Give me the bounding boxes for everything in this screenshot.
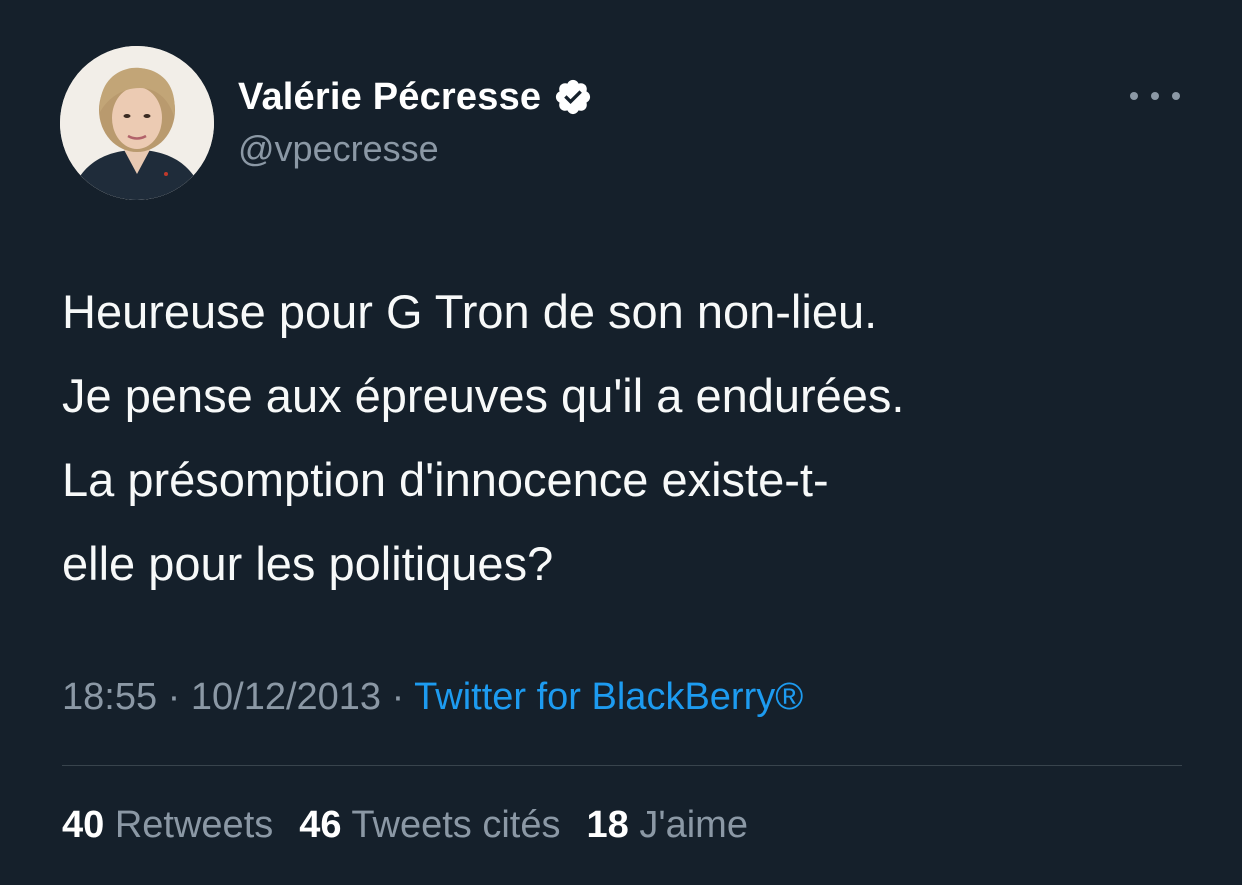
likes-stat[interactable]: 18 J'aime — [586, 804, 747, 847]
retweets-stat[interactable]: 40 Retweets — [62, 804, 273, 847]
tweet-card: Valérie Pécresse @vpecresse Heureuse pou… — [0, 0, 1242, 885]
likes-count: 18 — [586, 804, 629, 846]
tweet-text-line: Je pense aux épreuves qu'il a endurées. — [62, 369, 905, 422]
more-dot-icon — [1151, 92, 1159, 100]
quotes-count: 46 — [299, 804, 342, 846]
retweets-count: 40 — [62, 804, 105, 846]
tweet-metadata: 18:55 · 10/12/2013 · Twitter for BlackBe… — [62, 676, 803, 719]
tweet-source-link[interactable]: Twitter for BlackBerry® — [414, 676, 803, 718]
tweet-text-line: elle pour les politiques? — [62, 537, 554, 590]
tweet-text: Heureuse pour G Tron de son non-lieu. Je… — [62, 270, 1192, 606]
retweets-label: Retweets — [114, 804, 274, 846]
engagement-stats: 40 Retweets 46 Tweets cités 18 J'aime — [62, 804, 748, 847]
meta-separator: · — [391, 676, 405, 718]
tweet-text-line: Heureuse pour G Tron de son non-lieu. — [62, 285, 878, 338]
tweet-date[interactable]: 10/12/2013 — [191, 676, 381, 718]
author-block: Valérie Pécresse @vpecresse — [238, 72, 593, 170]
name-row: Valérie Pécresse — [238, 72, 593, 122]
verified-badge-icon — [553, 77, 593, 117]
divider — [62, 765, 1182, 766]
more-dot-icon — [1172, 92, 1180, 100]
tweet-text-line: La présomption d'innocence existe-t- — [62, 453, 829, 506]
quotes-stat[interactable]: 46 Tweets cités — [299, 804, 560, 847]
more-dot-icon — [1130, 92, 1138, 100]
more-options-button[interactable] — [1130, 84, 1180, 108]
avatar[interactable] — [60, 46, 214, 200]
display-name[interactable]: Valérie Pécresse — [238, 76, 541, 119]
tweet-time[interactable]: 18:55 — [62, 676, 157, 718]
likes-label: J'aime — [639, 804, 748, 846]
quotes-label: Tweets cités — [351, 804, 561, 846]
meta-separator: · — [167, 676, 181, 718]
handle[interactable]: @vpecresse — [238, 128, 593, 170]
profile-photo-icon — [60, 46, 214, 200]
